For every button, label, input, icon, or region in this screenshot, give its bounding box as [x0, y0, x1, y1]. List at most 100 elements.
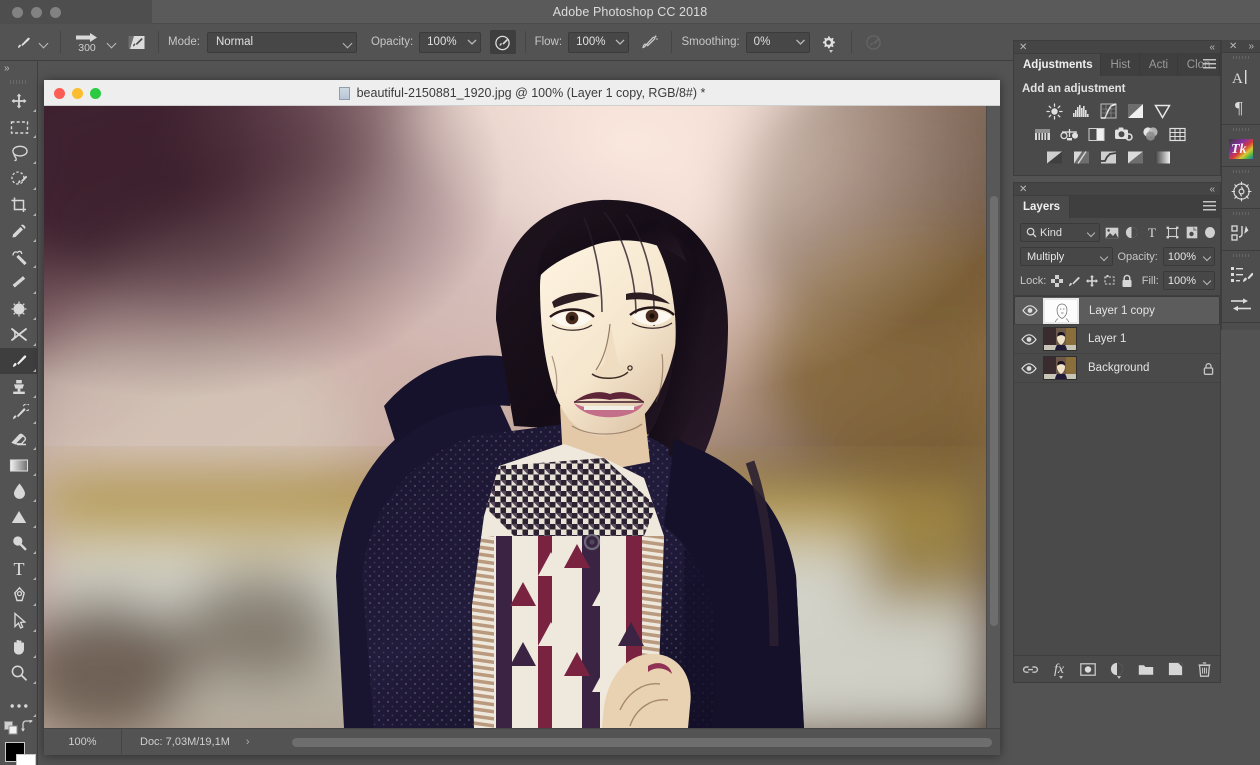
vibrance-icon[interactable] — [1152, 102, 1172, 120]
flow-input[interactable]: 100% — [568, 31, 630, 53]
new-fill-adjustment-layer-icon[interactable] — [1109, 660, 1126, 679]
close-icon[interactable]: ✕ — [1229, 41, 1237, 52]
status-expand-arrow-icon[interactable]: › — [246, 736, 250, 748]
blend-mode-select[interactable]: Normal — [206, 31, 357, 53]
layer-thumbnail-photo[interactable] — [1043, 327, 1077, 351]
layer-row-background[interactable]: Background — [1014, 354, 1220, 383]
layer-list-empty-area[interactable] — [1014, 383, 1220, 655]
canvas-vertical-scrollbar[interactable] — [986, 106, 1000, 728]
tool-zoom[interactable] — [0, 660, 38, 686]
layer-name[interactable]: Layer 1 — [1077, 333, 1196, 345]
tool-dodge[interactable] — [0, 504, 38, 530]
brush-presets-panel-icon[interactable] — [1222, 260, 1260, 290]
swap-colors-icon[interactable] — [21, 720, 34, 733]
panel-menu-icon[interactable] — [1203, 201, 1216, 212]
tool-gradient[interactable] — [0, 452, 38, 478]
layer-fill-input[interactable]: 100% — [1162, 271, 1215, 290]
panel-menu-icon[interactable] — [1203, 59, 1216, 70]
selective-color-icon[interactable] — [1152, 148, 1172, 166]
eye-visibility-icon[interactable] — [1014, 362, 1043, 374]
navigator-panel-icon[interactable] — [1222, 176, 1260, 206]
brush-size-preview[interactable]: 300 — [70, 31, 104, 54]
layer-row-layer-1[interactable]: Layer 1 — [1014, 325, 1220, 354]
gear-icon[interactable] — [816, 30, 842, 54]
tab-history[interactable]: Hist — [1101, 54, 1140, 76]
add-layer-mask-icon[interactable] — [1080, 660, 1097, 679]
collapse-panel-icon[interactable]: « — [1209, 42, 1215, 53]
dock-group-grip[interactable] — [1222, 251, 1260, 260]
tool-eyedropper[interactable] — [0, 218, 38, 244]
levels-icon[interactable] — [1071, 102, 1091, 120]
dock-group-grip[interactable] — [1222, 209, 1260, 218]
history-panel-icon[interactable] — [1222, 218, 1260, 248]
lock-position-icon[interactable] — [1085, 272, 1099, 289]
tab-actions[interactable]: Acti — [1140, 54, 1178, 76]
tool-sharpen[interactable] — [0, 530, 38, 556]
brush-settings-panel-icon[interactable] — [123, 30, 149, 54]
layer-name[interactable]: Layer 1 copy — [1078, 305, 1195, 317]
dock-group-grip[interactable] — [1222, 167, 1260, 176]
invert-icon[interactable] — [1044, 148, 1064, 166]
tk-luminosity-masks-panel-icon[interactable]: Tk — [1222, 134, 1260, 164]
brightness-contrast-icon[interactable] — [1044, 102, 1064, 120]
tool-crop[interactable] — [0, 192, 38, 218]
chevron-down-icon[interactable] — [1084, 224, 1099, 241]
layer-thumbnail-sketch[interactable] — [1043, 297, 1079, 324]
prevent-artboard-nesting-icon[interactable] — [1103, 272, 1117, 289]
tool-eraser[interactable] — [0, 426, 38, 452]
lock-all-icon[interactable] — [1121, 272, 1134, 289]
tool-brush[interactable] — [0, 348, 38, 374]
layer-opacity-input[interactable]: 100% — [1162, 247, 1215, 266]
new-layer-icon[interactable] — [1167, 660, 1184, 679]
exposure-icon[interactable] — [1125, 102, 1145, 120]
tool-pen[interactable] — [0, 582, 38, 608]
tool-preset-picker-chevron-down-icon[interactable] — [36, 32, 51, 52]
default-colors-icon[interactable] — [4, 721, 18, 735]
link-layers-icon[interactable] — [1022, 660, 1039, 679]
color-swatches[interactable] — [0, 739, 38, 765]
curves-icon[interactable] — [1098, 102, 1118, 120]
new-group-icon[interactable] — [1138, 660, 1155, 679]
smoothing-chevron-down-icon[interactable] — [792, 33, 809, 52]
delete-layer-icon[interactable] — [1196, 660, 1213, 679]
tool-clone-stamp[interactable] — [0, 374, 38, 400]
flow-chevron-down-icon[interactable] — [612, 33, 628, 52]
eye-visibility-icon[interactable] — [1015, 305, 1044, 316]
opacity-chevron-down-icon[interactable] — [464, 33, 480, 52]
photo-filter-icon[interactable] — [1113, 125, 1133, 143]
layer-blend-mode-select[interactable]: Multiply — [1020, 247, 1113, 266]
background-color-swatch[interactable] — [16, 754, 36, 765]
expand-chevrons-icon[interactable]: » — [0, 61, 37, 76]
edit-toolbar-ellipsis-icon[interactable] — [0, 693, 38, 719]
opacity-input[interactable]: 100% — [419, 31, 481, 53]
type-layer-filter-icon[interactable]: T — [1143, 223, 1160, 242]
dock-group-grip[interactable] — [1222, 53, 1260, 62]
tool-history-brush[interactable] — [0, 400, 38, 426]
lock-image-pixels-icon[interactable] — [1067, 272, 1081, 289]
chevron-down-icon[interactable] — [1200, 272, 1214, 289]
smart-object-filter-icon[interactable] — [1184, 223, 1201, 242]
tab-adjustments[interactable]: Adjustments — [1014, 54, 1102, 76]
layer-name[interactable]: Background — [1077, 362, 1196, 374]
smoothing-input[interactable]: 0% — [745, 31, 810, 53]
tool-rectangular-marquee[interactable] — [0, 114, 38, 140]
airbrush-icon[interactable] — [636, 30, 662, 54]
pressure-opacity-icon[interactable] — [489, 30, 516, 54]
channel-mixer-icon[interactable] — [1140, 125, 1160, 143]
gradient-map-icon[interactable] — [1125, 148, 1145, 166]
brush-preset-picker-chevron-down-icon[interactable] — [104, 32, 119, 52]
zoom-level[interactable]: 100% — [44, 728, 122, 756]
threshold-icon[interactable] — [1098, 148, 1118, 166]
tab-layers[interactable]: Layers — [1014, 196, 1071, 218]
chevron-down-icon[interactable] — [1097, 248, 1112, 265]
eye-visibility-icon[interactable] — [1014, 333, 1043, 345]
brush-tool-icon[interactable] — [10, 30, 36, 54]
adjustment-layer-filter-icon[interactable] — [1123, 223, 1140, 242]
paragraph-panel-icon[interactable]: ¶ — [1222, 92, 1260, 122]
tools-panel-grip[interactable] — [0, 76, 37, 88]
posterize-icon[interactable] — [1071, 148, 1091, 166]
dock-group-grip[interactable] — [1222, 125, 1260, 134]
tool-content-aware-move[interactable] — [0, 296, 38, 322]
tool-patch[interactable] — [0, 270, 38, 296]
image-canvas[interactable] — [44, 106, 986, 728]
